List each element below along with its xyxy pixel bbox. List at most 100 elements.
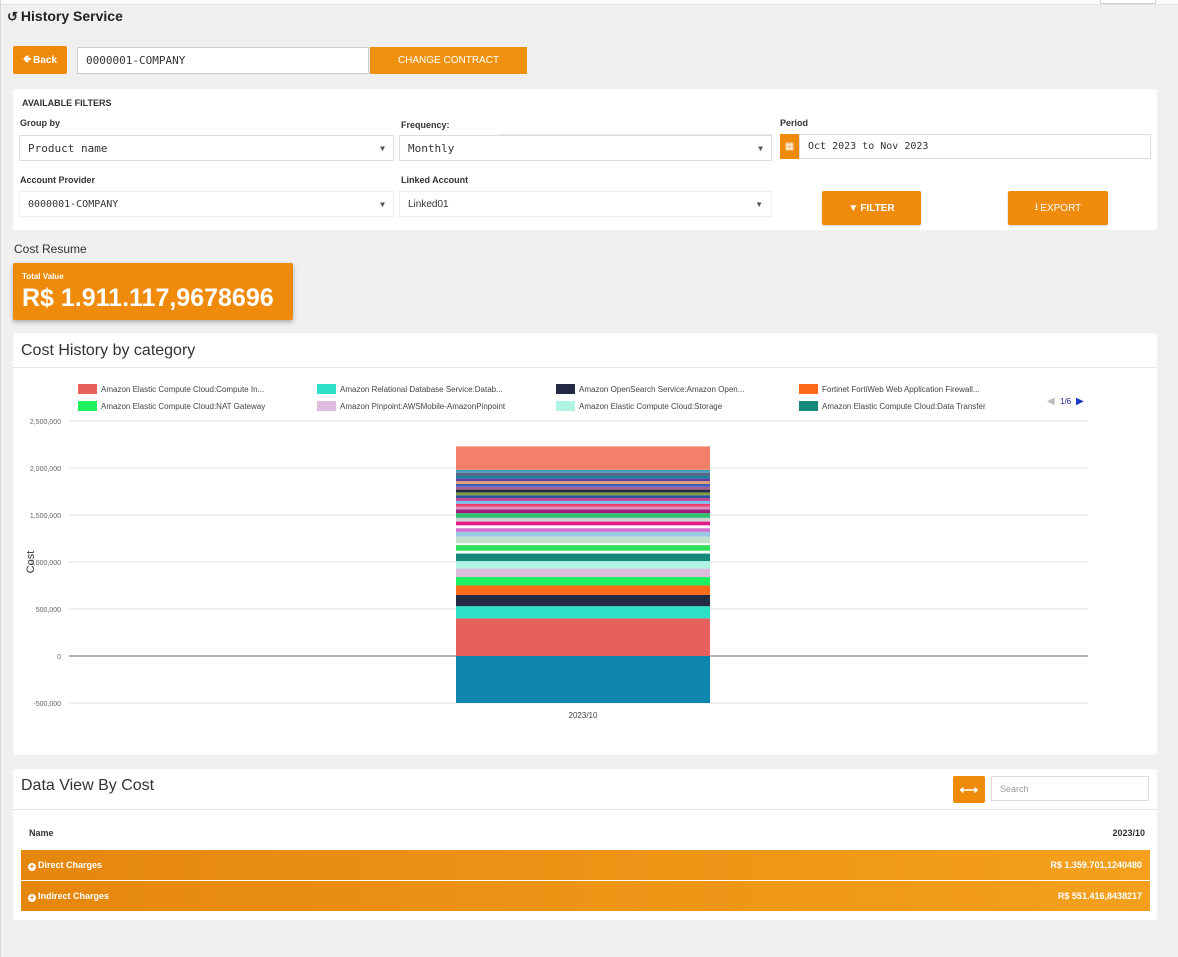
bar-segment[interactable] (456, 489, 710, 493)
legend-label: Amazon Elastic Compute Cloud:Storage (579, 402, 723, 411)
column-name-header: Name (29, 828, 54, 838)
legend-prev-icon[interactable]: ◀ (1047, 396, 1055, 407)
bar-segment[interactable] (456, 472, 710, 476)
bar-segment[interactable] (456, 503, 710, 507)
x-tick-label: 2023/10 (569, 711, 598, 720)
top-right-tab[interactable] (1100, 0, 1156, 4)
legend-label: Amazon Elastic Compute Cloud:Compute In.… (101, 385, 264, 394)
legend-swatch (799, 384, 818, 394)
legend-swatch (556, 384, 575, 394)
bar-segment[interactable] (456, 568, 710, 578)
filters-panel: AVAILABLE FILTERS Group by Product name … (13, 89, 1157, 230)
download-icon: ⭳ (1034, 201, 1039, 213)
export-label: EXPORT (1040, 202, 1082, 214)
legend-label: Amazon Relational Database Service:Datab… (340, 385, 503, 394)
search-placeholder: Search (1000, 783, 1029, 794)
bar-segment[interactable] (456, 495, 710, 499)
bar-segment[interactable] (456, 469, 710, 473)
y-tick-label: 500,000 (36, 607, 61, 614)
bar-segment[interactable] (456, 475, 710, 479)
bar-segment[interactable] (456, 545, 710, 551)
legend-next-icon[interactable]: ▶ (1076, 396, 1084, 407)
bar-segment[interactable] (456, 509, 710, 514)
legend-pager[interactable]: ◀ 1/6 ▶ (1047, 396, 1084, 407)
search-input[interactable]: Search (991, 776, 1149, 801)
row-value: R$ 551.416,8438217 (1057, 891, 1142, 901)
bar-segment[interactable] (456, 481, 710, 484)
data-view-title: Data View By Cost (21, 777, 155, 794)
calendar-icon[interactable]: ▦ (780, 134, 799, 159)
bar-segment[interactable] (456, 585, 710, 595)
bar-segment[interactable] (456, 500, 710, 504)
arrow-left-icon: 🢀 (22, 53, 32, 65)
bar-segment[interactable] (456, 543, 710, 546)
y-tick-label: 1,500,000 (30, 513, 61, 520)
y-tick-label: 0 (57, 654, 61, 661)
account-provider-select[interactable]: 0000001-COMPANY ▼ (19, 191, 394, 217)
legend-item[interactable]: Fortinet FortiWeb Web Application Firewa… (799, 384, 980, 394)
bar-segment[interactable] (456, 446, 710, 470)
chevron-down-icon: ▼ (758, 144, 763, 153)
bar-segment[interactable] (456, 577, 710, 586)
period-label: Period (780, 118, 809, 128)
plus-circle-icon[interactable]: + (28, 894, 36, 902)
group-by-select[interactable]: Product name ▼ (19, 135, 394, 161)
bar-segment[interactable] (456, 517, 710, 522)
bar-segment[interactable] (456, 525, 710, 529)
total-value-card: Total Value R$ 1.911.117,9678696 (13, 263, 293, 320)
frequency-select[interactable]: Monthly ▼ (399, 135, 772, 161)
contract-input[interactable]: 0000001-COMPANY (77, 47, 369, 74)
linked-account-select[interactable]: Linked01 ▼ (399, 191, 772, 217)
filter-button[interactable]: ▼ FILTER (822, 191, 921, 225)
legend-item[interactable]: Amazon Elastic Compute Cloud:NAT Gateway (78, 401, 265, 411)
bar-segment[interactable] (456, 483, 710, 487)
y-tick-label: -500,000 (33, 701, 61, 708)
bar-segment[interactable] (456, 498, 710, 501)
legend-item[interactable]: Amazon Elastic Compute Cloud:Data Transf… (799, 401, 986, 411)
plus-circle-icon[interactable]: + (28, 863, 36, 871)
legend-item[interactable]: Amazon Elastic Compute Cloud:Compute In.… (78, 384, 264, 394)
bar-segment[interactable] (456, 506, 710, 510)
bar-segment[interactable] (456, 528, 710, 532)
bar-segment[interactable] (456, 492, 710, 496)
data-view-divider (13, 809, 1157, 810)
legend-label: Amazon Elastic Compute Cloud:NAT Gateway (101, 402, 265, 411)
group-by-label: Group by (20, 118, 60, 128)
row-name: Direct Charges (38, 860, 103, 870)
bar-segment[interactable] (456, 618, 710, 656)
account-provider-value: 0000001-COMPANY (28, 198, 119, 210)
bar-segment-negative[interactable] (456, 656, 710, 703)
bar-segment[interactable] (456, 513, 710, 518)
period-input[interactable]: Oct 2023 to Nov 2023 (799, 134, 1151, 159)
legend-label: Fortinet FortiWeb Web Application Firewa… (822, 385, 980, 394)
bar-segment[interactable] (456, 521, 710, 526)
top-bar (0, 0, 1178, 5)
export-button[interactable]: ⭳ EXPORT (1008, 191, 1108, 225)
cost-resume-title: Cost Resume (14, 242, 87, 256)
frequency-value: Monthly (408, 141, 455, 155)
legend-swatch (317, 384, 336, 394)
left-border (0, 0, 1, 957)
bar-segment[interactable] (456, 486, 710, 490)
bar-segment[interactable] (456, 606, 710, 619)
chevron-down-icon: ▼ (755, 200, 763, 209)
change-contract-button[interactable]: CHANGE CONTRACT (370, 47, 527, 74)
bar-segment[interactable] (456, 536, 710, 544)
filter-label: FILTER (860, 202, 895, 214)
bar-segment[interactable] (456, 553, 710, 562)
cost-history-chart: Amazon Elastic Compute Cloud:Compute In.… (25, 384, 1088, 720)
table-row-indirect-charges[interactable]: + Indirect Charges R$ 551.416,8438217 (21, 881, 1150, 911)
legend-item[interactable]: Amazon OpenSearch Service:Amazon Open... (556, 384, 744, 394)
back-button[interactable]: 🢀 Back (13, 46, 67, 74)
legend-swatch (317, 401, 336, 411)
legend-item[interactable]: Amazon Relational Database Service:Datab… (317, 384, 503, 394)
bar-segment[interactable] (456, 550, 710, 554)
legend-item[interactable]: Amazon Pinpoint:AWSMobile-AmazonPinpoint (317, 401, 506, 411)
bar-segment[interactable] (456, 478, 710, 482)
bar-segment[interactable] (456, 561, 710, 569)
bar-segment[interactable] (456, 531, 710, 537)
bar-segment[interactable] (456, 594, 710, 607)
table-row-direct-charges[interactable]: + Direct Charges R$ 1.359.701,1240480 (21, 850, 1150, 880)
expand-icon[interactable]: ⟷ (953, 776, 985, 803)
legend-item[interactable]: Amazon Elastic Compute Cloud:Storage (556, 401, 723, 411)
